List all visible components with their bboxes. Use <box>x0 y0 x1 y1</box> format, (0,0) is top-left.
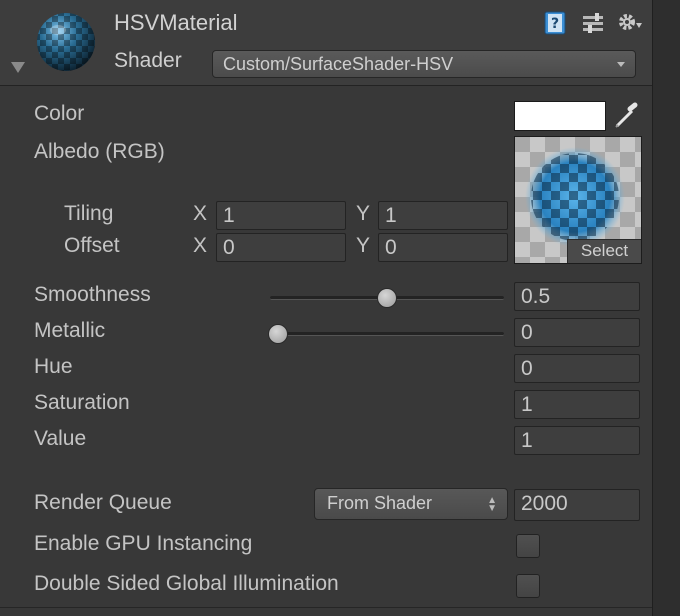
foldout-arrow-icon[interactable] <box>11 62 25 73</box>
svg-text:?: ? <box>551 16 559 32</box>
metallic-field[interactable]: 0 <box>514 318 640 347</box>
offset-y-field[interactable]: 0 <box>378 233 508 262</box>
render-queue-field[interactable]: 2000 <box>514 489 640 521</box>
material-header: HSVMaterial Shader Custom/SurfaceShader-… <box>0 0 652 86</box>
offset-y-value: 0 <box>385 236 397 259</box>
tiling-y-field[interactable]: 1 <box>378 201 508 230</box>
smoothness-label: Smoothness <box>34 283 151 306</box>
render-queue-value: 2000 <box>521 492 568 515</box>
double-sided-gi-checkbox[interactable] <box>516 574 540 598</box>
value-label: Value <box>34 427 87 450</box>
smoothness-value: 0.5 <box>521 285 551 308</box>
offset-y-label: Y <box>356 234 371 257</box>
divider <box>0 607 652 608</box>
saturation-value: 1 <box>521 393 533 416</box>
tiling-label: Tiling <box>64 202 114 225</box>
presets-sliders-icon[interactable] <box>580 10 606 36</box>
shader-dropdown[interactable]: Custom/SurfaceShader-HSV <box>212 50 636 78</box>
value-field[interactable]: 1 <box>514 426 640 455</box>
hue-field[interactable]: 0 <box>514 354 640 383</box>
offset-x-label: X <box>193 234 208 257</box>
metallic-slider-thumb[interactable] <box>268 324 288 344</box>
eyedropper-icon[interactable] <box>612 102 640 130</box>
tiling-y-label: Y <box>356 202 371 225</box>
albedo-texture-slot[interactable]: Select <box>514 136 642 264</box>
material-name: HSVMaterial <box>114 10 238 35</box>
render-queue-dropdown[interactable]: From Shader ▲ ▼ <box>314 488 508 520</box>
double-sided-gi-label: Double Sided Global Illumination <box>34 572 339 595</box>
smoothness-slider-thumb[interactable] <box>377 288 397 308</box>
offset-label: Offset <box>64 234 120 257</box>
render-queue-label: Render Queue <box>34 491 172 514</box>
select-texture-button[interactable]: Select <box>567 239 641 263</box>
tiling-y-value: 1 <box>385 204 397 227</box>
tiling-x-field[interactable]: 1 <box>216 201 346 230</box>
shader-dropdown-value: Custom/SurfaceShader-HSV <box>223 54 454 74</box>
shader-label: Shader <box>114 49 182 72</box>
color-swatch[interactable] <box>514 101 606 131</box>
up-down-arrows-icon: ▲ ▼ <box>487 495 497 514</box>
gpu-instancing-label: Enable GPU Instancing <box>34 532 253 555</box>
smoothness-field[interactable]: 0.5 <box>514 282 640 311</box>
tiling-x-value: 1 <box>223 204 235 227</box>
gpu-instancing-checkbox[interactable] <box>516 534 540 558</box>
inspector-scrollbar[interactable] <box>652 0 680 616</box>
metallic-slider-track[interactable] <box>270 332 504 336</box>
saturation-label: Saturation <box>34 391 130 414</box>
render-queue-mode: From Shader <box>327 493 433 513</box>
metallic-label: Metallic <box>34 319 106 342</box>
hue-label: Hue <box>34 355 73 378</box>
help-book-icon[interactable]: ? <box>542 10 568 36</box>
gear-icon[interactable] <box>616 10 644 36</box>
chevron-down-icon <box>617 62 625 67</box>
offset-x-field[interactable]: 0 <box>216 233 346 262</box>
albedo-label: Albedo (RGB) <box>34 140 165 163</box>
metallic-value: 0 <box>521 321 533 344</box>
offset-x-value: 0 <box>223 236 235 259</box>
value-value: 1 <box>521 429 533 452</box>
color-label: Color <box>34 102 85 125</box>
material-preview-sphere <box>37 13 95 71</box>
tiling-x-label: X <box>193 202 208 225</box>
hue-value: 0 <box>521 357 533 380</box>
saturation-field[interactable]: 1 <box>514 390 640 419</box>
